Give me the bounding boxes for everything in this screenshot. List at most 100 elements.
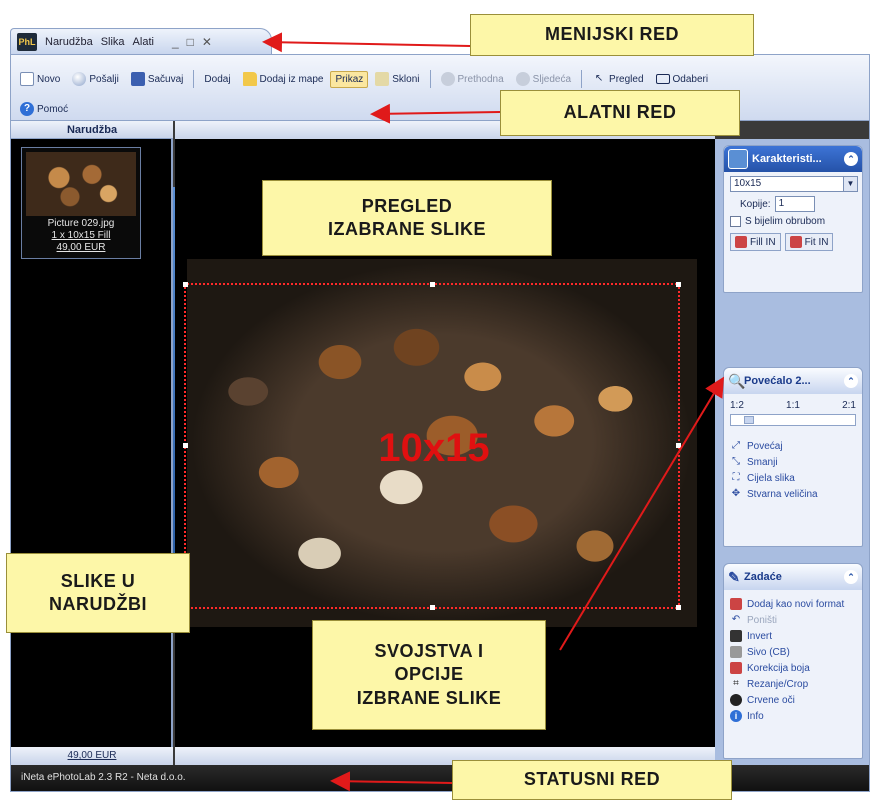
save-icon [130,72,145,86]
callout-preview: PREGLED IZABRANE SLIKE [262,180,552,256]
new-document-icon [20,72,34,86]
fill-icon [735,236,747,248]
properties-panel: Karakteristi... ⌃ 10x15 ▼ Kopije: 1 S bij… [715,139,869,765]
tasks-icon: ✎ [728,569,740,585]
zoom-out-link[interactable]: ⤡ Smanji [730,456,856,468]
crop-icon: ⌗ [733,678,739,689]
task-invert[interactable]: Invert [730,630,856,642]
folder-remove-icon [375,72,390,86]
zoom-in-link[interactable]: ⤢ Povećaj [730,440,856,452]
collapse-icon[interactable]: ⌃ [844,374,858,388]
new-button[interactable]: Novo [15,69,65,89]
actual-size-icon: ✥ [731,488,741,499]
magnifier-icon: 🔍 [728,373,746,389]
toolbar-separator [193,70,195,88]
remove-button[interactable]: Skloni [370,69,424,89]
undo-icon: ↶ [731,614,741,625]
toolbar-separator [581,70,583,88]
print-size-overlay: 10x15 [378,425,490,470]
crop-frame[interactable]: 10x15 [183,282,681,610]
folder-icon [242,72,257,86]
select-mode-button[interactable]: Odaberi [651,71,714,88]
save-button[interactable]: Sačuvaj [126,69,189,89]
task-crop[interactable]: ⌗ Rezanje/Crop [730,678,856,690]
previous-icon [440,72,455,86]
order-total: 49,00 EUR [11,747,173,765]
fit-whole-icon: ⛶ [732,472,740,483]
help-button[interactable]: ? Pomoć [15,99,73,119]
callout-menu-row: MENIJSKI RED [470,14,754,56]
copies-stepper[interactable]: 1 [774,196,815,212]
tasks-box: ✎ Zadaće ⌃ Dodaj kao novi format ↶ Poništ… [723,563,863,759]
task-undo[interactable]: ↶ Poništi [730,614,856,626]
add-button[interactable]: Dodaj [27,71,537,555]
zoom-slider-thumb[interactable] [744,416,754,424]
order-thumbnail[interactable]: Picture 029.jpg 1 x 10x15 Fill 49,00 EUR [21,147,141,259]
task-info[interactable]: i Info [730,710,856,722]
zoom-out-icon: ⤡ [732,456,740,467]
fit-in-button[interactable]: Fit IN [784,233,834,251]
grayscale-icon [730,646,742,658]
maximize-button[interactable]: □ [187,35,194,49]
app-logo-icon: PhL [17,32,37,51]
close-button[interactable]: ✕ [202,35,212,49]
add-from-folder-button[interactable]: Dodaj iz mape [238,69,329,89]
copies-label: Kopije: [740,198,771,210]
thumbnail-filename: Picture 029.jpg [47,218,115,229]
next-icon [515,72,530,86]
select-frame-icon [655,74,670,84]
white-border-label: S bijelim obrubom [745,216,826,227]
thumbnail-price: 49,00 EUR [56,242,106,253]
fill-in-button[interactable]: Fill IN [730,233,781,251]
task-red-eye[interactable]: Crvene oči [730,694,856,706]
format-select[interactable]: 10x15 ▼ [730,176,858,192]
help-icon: ? [20,102,34,116]
send-button[interactable]: Pošalji [67,69,123,89]
task-add-format[interactable]: Dodaj kao novi format [730,598,856,610]
previous-button[interactable]: Prethodna [436,69,509,89]
order-panel: Picture 029.jpg 1 x 10x15 Fill 49,00 EUR [11,139,173,747]
info-icon: i [730,710,742,722]
add-format-icon [730,598,742,610]
zoom-mark-two: 2:1 [842,400,856,411]
zoom-mark-half: 1:2 [730,400,744,411]
tasks-header[interactable]: ✎ Zadaće ⌃ [724,564,862,590]
arrow-menu [262,32,471,53]
minimize-button[interactable]: _ [172,35,179,49]
fit-whole-link[interactable]: ⛶ Cijela slika [730,472,856,484]
next-button[interactable]: Sljedeća [511,69,576,89]
view-button[interactable]: Prikaz [27,70,537,555]
status-bar: iNeta ePhotoLab 2.3 R2 - Neta d.o.o. [11,765,869,791]
toolbar: Novo Pošalji Sačuvaj Dodaj Dodaj iz mape… [11,55,869,555]
zoom-mark-one: 1:1 [786,400,800,411]
thumbnail-spec: 1 x 10x15 Fill [51,230,111,241]
task-color-correction[interactable]: Korekcija boja [730,662,856,674]
menu-slika[interactable]: Slika [101,36,125,48]
collapse-icon[interactable]: ⌃ [844,570,858,584]
properties-box: Karakteristi... ⌃ 10x15 ▼ Kopije: 1 S bij… [723,145,863,293]
zoom-box: 🔍 Povećalo 2... ⌃ 1:2 1:1 2:1 ⤢ Povećaj ⤡… [723,367,863,547]
color-correction-icon [730,662,742,674]
task-grayscale[interactable]: Sivo (CB) [730,646,856,658]
zoom-in-icon: ⤢ [732,440,740,451]
chevron-down-icon: ▼ [843,177,857,191]
properties-header[interactable]: Karakteristi... ⌃ [724,146,862,172]
invert-icon [730,630,742,642]
white-border-checkbox[interactable] [730,216,741,227]
callout-status-row: STATUSNI RED [452,760,732,800]
cursor-icon: ↖ [594,73,604,84]
red-eye-icon [730,694,742,706]
preview-mode-button[interactable]: ↖ Pregled [587,69,648,89]
zoom-header[interactable]: 🔍 Povećalo 2... ⌃ [724,368,862,394]
menu-narudzba[interactable]: Narudžba [45,36,93,48]
properties-icon [728,149,748,169]
callout-tool-row: ALATNI RED [500,90,740,136]
order-panel-header: Narudžba [11,121,173,139]
callout-order-images: SLIKE U NARUDŽBI [6,553,190,633]
toolbar-separator [429,70,431,88]
actual-size-link[interactable]: ✥ Stvarna veličina [730,488,856,500]
zoom-slider[interactable] [730,414,856,426]
callout-properties: SVOJSTVA I OPCIJE IZBRANE SLIKE [312,620,546,730]
menu-alati[interactable]: Alati [133,36,154,48]
collapse-icon[interactable]: ⌃ [844,152,858,166]
